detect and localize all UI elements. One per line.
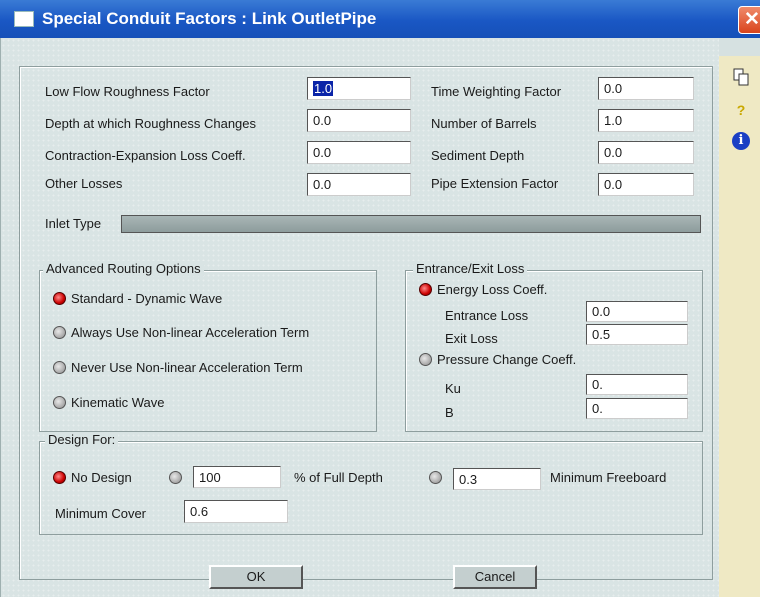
radio-always-nonlinear[interactable] bbox=[53, 326, 66, 339]
side-toolbar: ? i bbox=[718, 56, 760, 597]
sediment-input[interactable]: 0.0 bbox=[598, 141, 694, 164]
exit-loss-input[interactable]: 0.5 bbox=[586, 324, 688, 345]
time-weighting-label: Time Weighting Factor bbox=[431, 84, 562, 99]
routing-group-title: Advanced Routing Options bbox=[43, 261, 204, 276]
energy-loss-label: Energy Loss Coeff. bbox=[437, 282, 548, 297]
pipe-extension-label: Pipe Extension Factor bbox=[431, 176, 559, 191]
close-button[interactable]: ✕ bbox=[738, 6, 760, 34]
radio-never-nonlinear[interactable] bbox=[53, 361, 66, 374]
info-glyph: i bbox=[732, 132, 750, 150]
min-cover-label: Minimum Cover bbox=[55, 506, 147, 521]
routing-option-kinematic: Kinematic Wave bbox=[71, 395, 165, 410]
inlet-type-label: Inlet Type bbox=[45, 216, 102, 231]
depth-label: Depth at which Roughness Changes bbox=[45, 116, 257, 131]
min-freeboard-input[interactable]: 0.3 bbox=[453, 468, 541, 490]
info-icon[interactable]: i bbox=[731, 130, 751, 150]
dialog-body: Low Flow Roughness Factor 1.0 Depth at w… bbox=[0, 38, 719, 597]
radio-standard-dynamic-wave[interactable] bbox=[53, 292, 66, 305]
b-label: B bbox=[445, 405, 454, 420]
min-freeboard-label: Minimum Freeboard bbox=[550, 470, 667, 485]
radio-kinematic-wave[interactable] bbox=[53, 396, 66, 409]
design-group-title: Design For: bbox=[45, 432, 119, 447]
radio-energy-loss[interactable] bbox=[419, 283, 432, 296]
title-bar: Special Conduit Factors : Link OutletPip… bbox=[0, 0, 760, 38]
barrels-input[interactable]: 1.0 bbox=[598, 109, 694, 132]
ku-input[interactable]: 0. bbox=[586, 374, 688, 395]
b-input[interactable]: 0. bbox=[586, 398, 688, 419]
routing-option-never: Never Use Non-linear Acceleration Term bbox=[71, 360, 303, 375]
routing-option-standard: Standard - Dynamic Wave bbox=[71, 291, 223, 306]
contraction-label: Contraction-Expansion Loss Coeff. bbox=[45, 148, 246, 163]
exit-loss-label: Exit Loss bbox=[445, 331, 498, 346]
pressure-change-label: Pressure Change Coeff. bbox=[437, 352, 577, 367]
inlet-type-dropdown[interactable] bbox=[121, 215, 701, 233]
low-flow-label: Low Flow Roughness Factor bbox=[45, 84, 210, 99]
entrance-loss-input[interactable]: 0.0 bbox=[586, 301, 688, 322]
cancel-button[interactable]: Cancel bbox=[453, 565, 537, 589]
other-losses-input[interactable]: 0.0 bbox=[307, 173, 411, 196]
radio-min-freeboard[interactable] bbox=[429, 471, 442, 484]
radio-pressure-change[interactable] bbox=[419, 353, 432, 366]
radio-percent-full-depth[interactable] bbox=[169, 471, 182, 484]
question-icon[interactable]: ? bbox=[731, 100, 751, 120]
entrance-loss-label: Entrance Loss bbox=[445, 308, 529, 323]
low-flow-input[interactable]: 1.0 bbox=[307, 77, 411, 100]
sediment-label: Sediment Depth bbox=[431, 148, 525, 163]
routing-option-always: Always Use Non-linear Acceleration Term bbox=[71, 325, 310, 340]
percent-full-depth-input[interactable]: 100 bbox=[193, 466, 281, 488]
contraction-input[interactable]: 0.0 bbox=[307, 141, 411, 164]
time-weighting-input[interactable]: 0.0 bbox=[598, 77, 694, 100]
pipe-extension-input[interactable]: 0.0 bbox=[598, 173, 694, 196]
low-flow-value: 1.0 bbox=[313, 81, 334, 96]
entrance-exit-title: Entrance/Exit Loss bbox=[413, 261, 528, 276]
depth-input[interactable]: 0.0 bbox=[307, 109, 411, 132]
no-design-label: No Design bbox=[71, 470, 132, 485]
window-title: Special Conduit Factors : Link OutletPip… bbox=[42, 9, 377, 28]
min-cover-input[interactable]: 0.6 bbox=[184, 500, 288, 523]
ok-button[interactable]: OK bbox=[209, 565, 303, 589]
radio-no-design[interactable] bbox=[53, 471, 66, 484]
other-losses-label: Other Losses bbox=[45, 176, 123, 191]
copy-icon[interactable] bbox=[731, 68, 751, 88]
barrels-label: Number of Barrels bbox=[431, 116, 537, 131]
window-icon bbox=[14, 11, 34, 27]
percent-full-depth-label: % of Full Depth bbox=[294, 470, 383, 485]
ku-label: Ku bbox=[445, 381, 461, 396]
